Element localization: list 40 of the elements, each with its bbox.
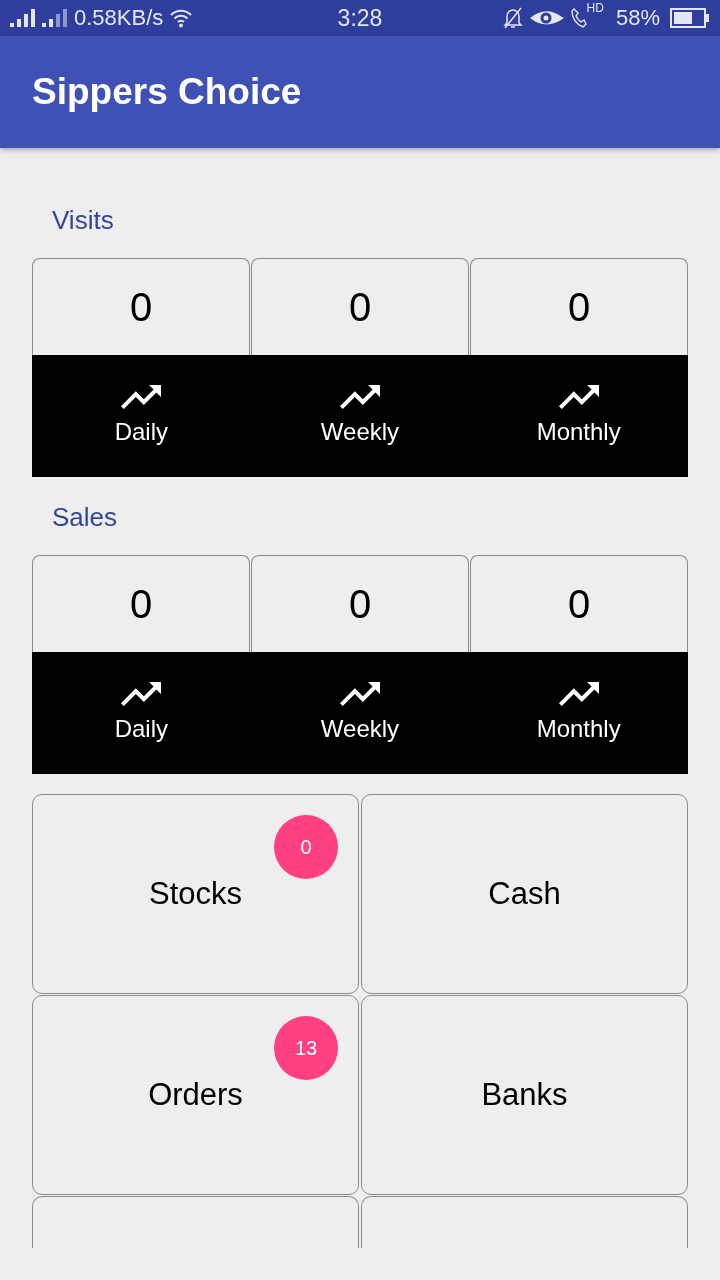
stat-value: 0 xyxy=(470,555,688,652)
signal-icon xyxy=(42,9,68,27)
menu-tile[interactable]: Cash xyxy=(361,794,688,994)
trending-up-icon xyxy=(340,682,380,706)
section-title: Sales xyxy=(51,501,118,534)
phone-icon xyxy=(570,8,587,28)
menu-tile[interactable]: Stocks 0 xyxy=(32,794,359,994)
period-label: Daily xyxy=(114,417,168,447)
menu-tile[interactable]: Banks xyxy=(361,995,688,1195)
stat-value: 0 xyxy=(32,555,250,652)
count-badge: 0 xyxy=(274,815,338,879)
network-speed: 0.58KB/s xyxy=(74,5,164,31)
period-label: Monthly xyxy=(536,417,621,447)
signal-icon xyxy=(10,9,36,27)
period-label: Weekly xyxy=(320,714,400,744)
period-label: Daily xyxy=(114,714,168,744)
wifi-icon xyxy=(169,8,194,28)
battery-icon xyxy=(670,8,710,28)
stat-value: 0 xyxy=(251,258,469,355)
stat-value: 0 xyxy=(251,555,469,652)
muted-bell-icon xyxy=(502,7,523,29)
hd-label: HD xyxy=(586,2,604,14)
app-title: Sippers Choice xyxy=(32,71,302,113)
section-title: Visits xyxy=(51,204,114,237)
trending-up-icon xyxy=(558,385,599,409)
menu-tile[interactable] xyxy=(32,1196,359,1248)
stat-value: 0 xyxy=(470,258,688,355)
trending-up-icon xyxy=(558,682,599,706)
count-badge: 13 xyxy=(274,1016,338,1080)
menu-tile[interactable]: Orders 13 xyxy=(32,995,359,1195)
battery-percent: 58% xyxy=(615,5,660,31)
period-label: Weekly xyxy=(320,417,400,447)
menu-tile[interactable] xyxy=(361,1196,688,1248)
trending-up-icon xyxy=(121,385,162,409)
trending-up-icon xyxy=(340,385,380,409)
trending-up-icon xyxy=(121,682,162,706)
clock-time: 3:28 xyxy=(337,4,383,32)
eye-icon xyxy=(528,9,565,27)
period-label: Monthly xyxy=(536,714,621,744)
stat-value: 0 xyxy=(32,258,250,355)
